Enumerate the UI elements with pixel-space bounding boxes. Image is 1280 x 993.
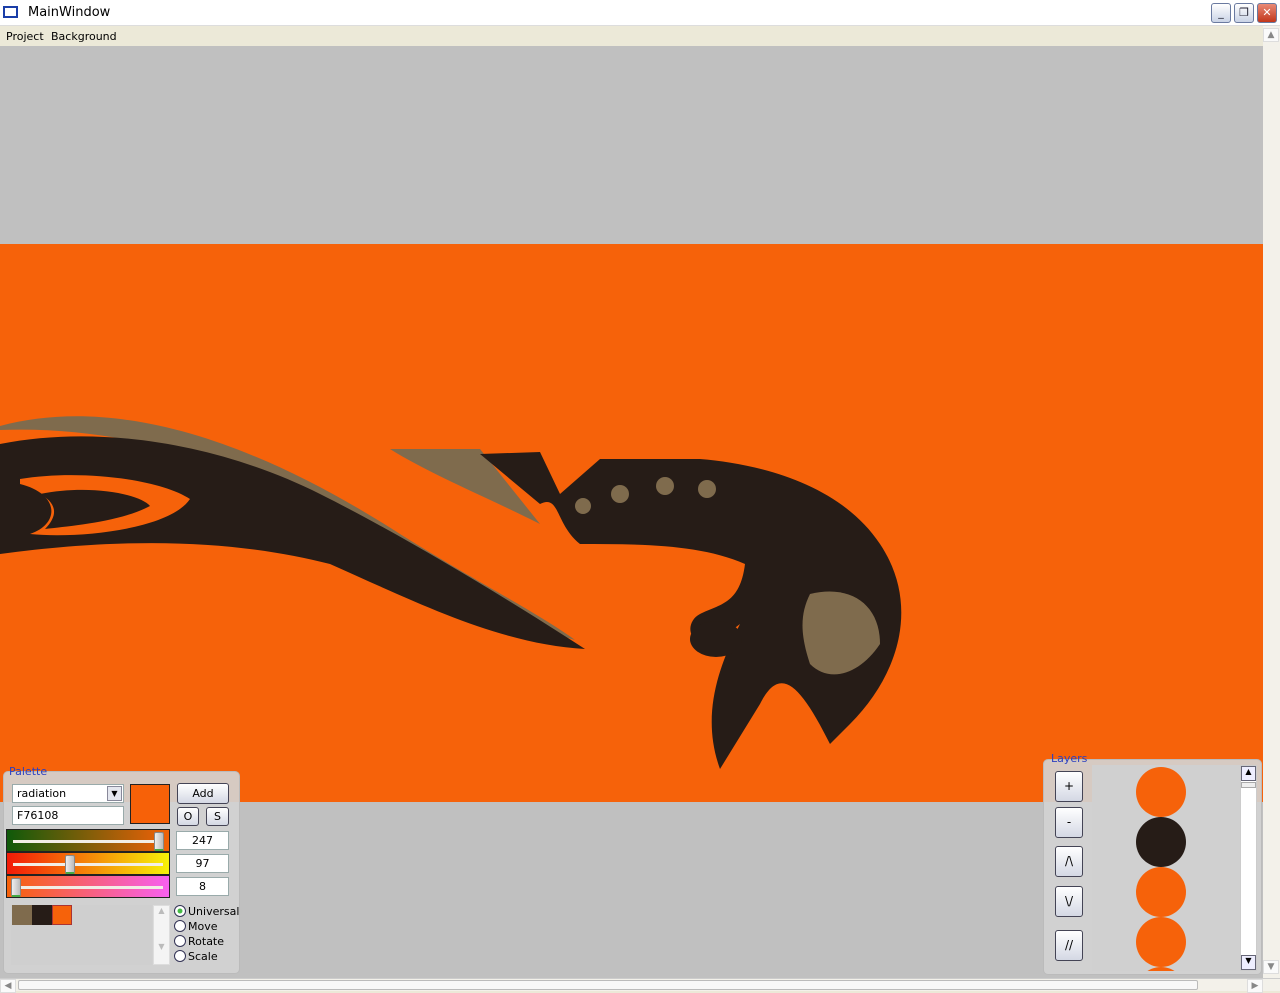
mode-move[interactable]: Move (174, 920, 218, 933)
background-band (0, 244, 1263, 802)
layers-title: Layers (1051, 752, 1088, 765)
minimize-button[interactable]: _ (1211, 3, 1231, 23)
add-button[interactable]: Add (177, 783, 229, 804)
remove-layer-button[interactable]: - (1055, 807, 1083, 838)
layer-item[interactable] (1136, 817, 1186, 867)
layer-list[interactable] (1092, 765, 1240, 971)
scroll-up-arrow[interactable]: ▲ (1241, 766, 1256, 781)
cheek (690, 621, 742, 657)
o-button[interactable]: O (177, 807, 199, 826)
scroll-down-arrow[interactable]: ▼ (1241, 955, 1256, 970)
layer-item[interactable] (1136, 917, 1186, 967)
spot (698, 480, 716, 498)
layer-item[interactable] (1136, 767, 1186, 817)
window-title: MainWindow (28, 5, 111, 20)
swatch-dark[interactable] (32, 905, 52, 925)
add-layer-button[interactable]: + (1055, 771, 1083, 802)
restore-button[interactable]: ❐ (1234, 3, 1254, 23)
layer-scroll-thumb[interactable] (1241, 782, 1256, 788)
layer-item[interactable] (1136, 967, 1186, 971)
spot (611, 485, 629, 503)
s-button[interactable]: S (206, 807, 229, 826)
swatch-orange[interactable] (52, 905, 72, 925)
title-bar: MainWindow _ ❐ ✕ (0, 0, 1280, 26)
green-value-input[interactable]: 97 (176, 854, 229, 873)
hex-input[interactable]: F76108 (12, 806, 124, 825)
move-layer-down-button[interactable]: \/ (1055, 886, 1083, 917)
horizontal-scrollbar[interactable]: ◀ ▶ (0, 978, 1280, 993)
artwork (0, 416, 902, 769)
close-button[interactable]: ✕ (1257, 3, 1277, 23)
vertical-scrollbar[interactable]: ▲ ▼ (1263, 26, 1280, 978)
scheme-select[interactable]: radiation ▼ (12, 784, 124, 803)
scheme-value: radiation (17, 787, 67, 800)
spot (575, 498, 591, 514)
palette-title: Palette (9, 765, 48, 778)
red-value-input[interactable]: 247 (176, 831, 229, 850)
menu-project[interactable]: Project (6, 30, 44, 43)
scroll-up-arrow[interactable]: ▲ (1263, 28, 1279, 42)
layer-item[interactable] (1136, 867, 1186, 917)
swatch-scrollbar[interactable]: ▲ ▼ (153, 905, 170, 965)
mode-rotate[interactable]: Rotate (174, 935, 224, 948)
blue-value-input[interactable]: 8 (176, 877, 229, 896)
duplicate-layer-button[interactable]: // (1055, 930, 1083, 961)
green-slider[interactable] (6, 852, 170, 875)
spot (656, 477, 674, 495)
mode-scale[interactable]: Scale (174, 950, 218, 963)
app-icon (3, 6, 18, 18)
slider-handle[interactable] (154, 832, 164, 851)
horizontal-scroll-thumb[interactable] (18, 980, 1198, 990)
slider-handle[interactable] (11, 878, 21, 897)
mode-universal[interactable]: Universal (174, 905, 239, 918)
red-slider[interactable] (6, 829, 170, 852)
layer-scrollbar[interactable]: ▲ ▼ (1240, 765, 1257, 971)
chevron-down-icon[interactable]: ▼ (107, 786, 122, 801)
slider-handle[interactable] (65, 855, 75, 874)
swatch-tan[interactable] (12, 905, 32, 925)
blue-slider[interactable] (6, 875, 170, 898)
scroll-down-arrow[interactable]: ▼ (1263, 960, 1279, 974)
move-layer-up-button[interactable]: /\ (1055, 846, 1083, 877)
current-color-swatch[interactable] (130, 784, 170, 824)
menu-background[interactable]: Background (51, 30, 117, 43)
menu-bar: Project Background (0, 26, 1280, 46)
swatch-list (11, 905, 152, 965)
